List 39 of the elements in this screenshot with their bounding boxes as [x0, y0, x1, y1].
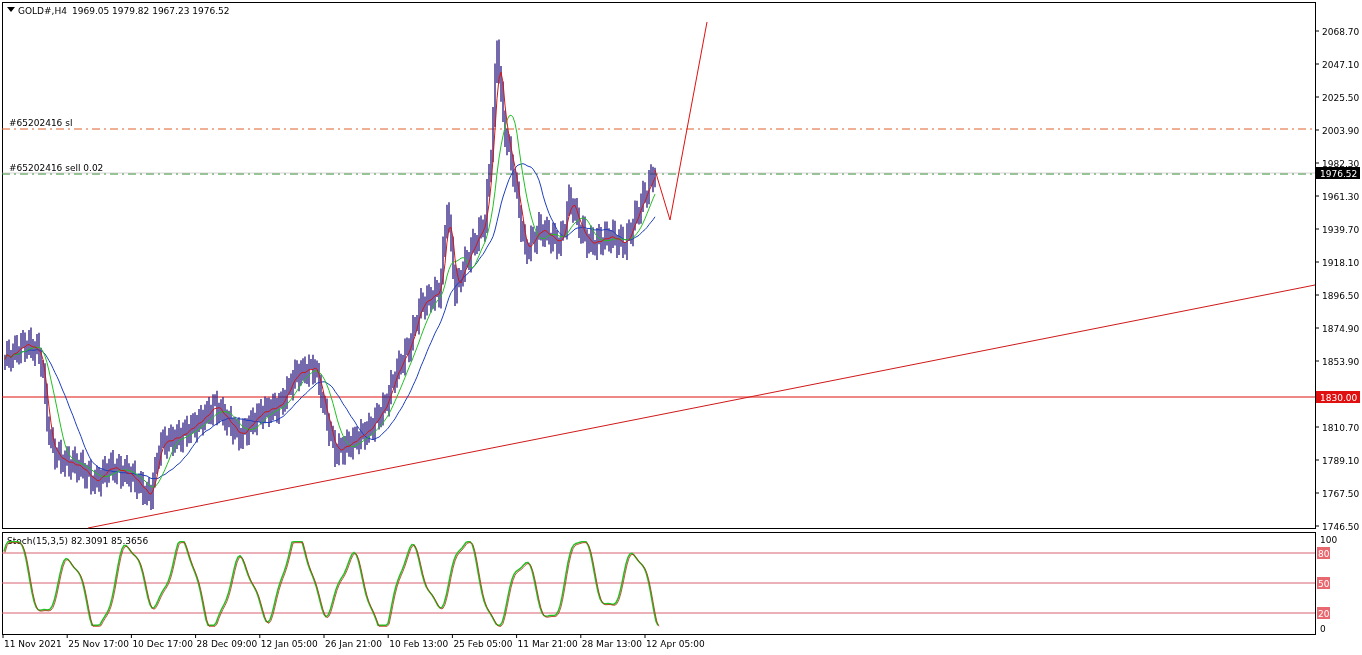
- price-axis-label: 1918.10: [1322, 258, 1360, 268]
- time-axis-label: 26 Jan 21:00: [325, 639, 382, 649]
- time-axis-label: 12 Apr 05:00: [646, 639, 705, 649]
- level-badge: 20: [1317, 607, 1330, 619]
- price-axis-label: 1810.70: [1322, 423, 1360, 433]
- price-axis-label: 1939.70: [1322, 225, 1360, 235]
- level-badge: 80: [1317, 547, 1330, 559]
- price-axis-label: 1767.50: [1322, 489, 1360, 499]
- price-axis-label: 2003.90: [1322, 126, 1360, 136]
- price-badge: 1830.00: [1316, 391, 1360, 403]
- price-axis-label: 2025.50: [1322, 93, 1360, 103]
- price-axis-label: 2047.10: [1322, 60, 1360, 70]
- price-axis-label: 1982.30: [1322, 159, 1360, 169]
- stochastic-scale-label: 0: [1320, 624, 1326, 634]
- time-axis-label: 25 Nov 17:00: [68, 639, 129, 649]
- time-axis-label: 10 Dec 17:00: [132, 639, 193, 649]
- time-axis-label: 11 Nov 2021: [4, 639, 62, 649]
- price-axis-label: 2068.70: [1322, 27, 1360, 37]
- time-axis-label: 28 Dec 09:00: [196, 639, 258, 649]
- current-price-badge: 1976.52: [1316, 167, 1360, 179]
- time-axis-label: 10 Feb 13:00: [389, 639, 449, 649]
- ohlc-values: 1969.05 1979.82 1967.23 1976.52: [72, 6, 230, 16]
- price-axis-label: 1896.50: [1322, 291, 1360, 301]
- order-label: #65202416 sell 0.02: [9, 163, 104, 173]
- price-axis-label: 1853.90: [1322, 357, 1360, 367]
- time-axis-label: 12 Jan 05:00: [260, 639, 318, 649]
- price-axis-label: 1789.10: [1322, 456, 1360, 466]
- time-axis-label: 25 Feb 05:00: [453, 639, 513, 649]
- price-axis-label: 1746.50: [1322, 522, 1360, 532]
- time-axis-label: 11 Mar 21:00: [517, 639, 578, 649]
- order-label: #65202416 sl: [9, 118, 73, 128]
- price-axis-label: 1961.30: [1322, 192, 1360, 202]
- price-axis-label: 1874.90: [1322, 324, 1360, 334]
- time-axis-label: 28 Mar 13:00: [581, 639, 642, 649]
- chart-symbol: GOLD#,H4: [18, 6, 67, 16]
- stochastic-label: Stoch(15,3,5) 82.3091 85.3656: [7, 536, 149, 546]
- stochastic-scale-label: 100: [1320, 535, 1338, 545]
- dropdown-icon[interactable]: [7, 7, 15, 12]
- level-badge: 50: [1317, 577, 1330, 589]
